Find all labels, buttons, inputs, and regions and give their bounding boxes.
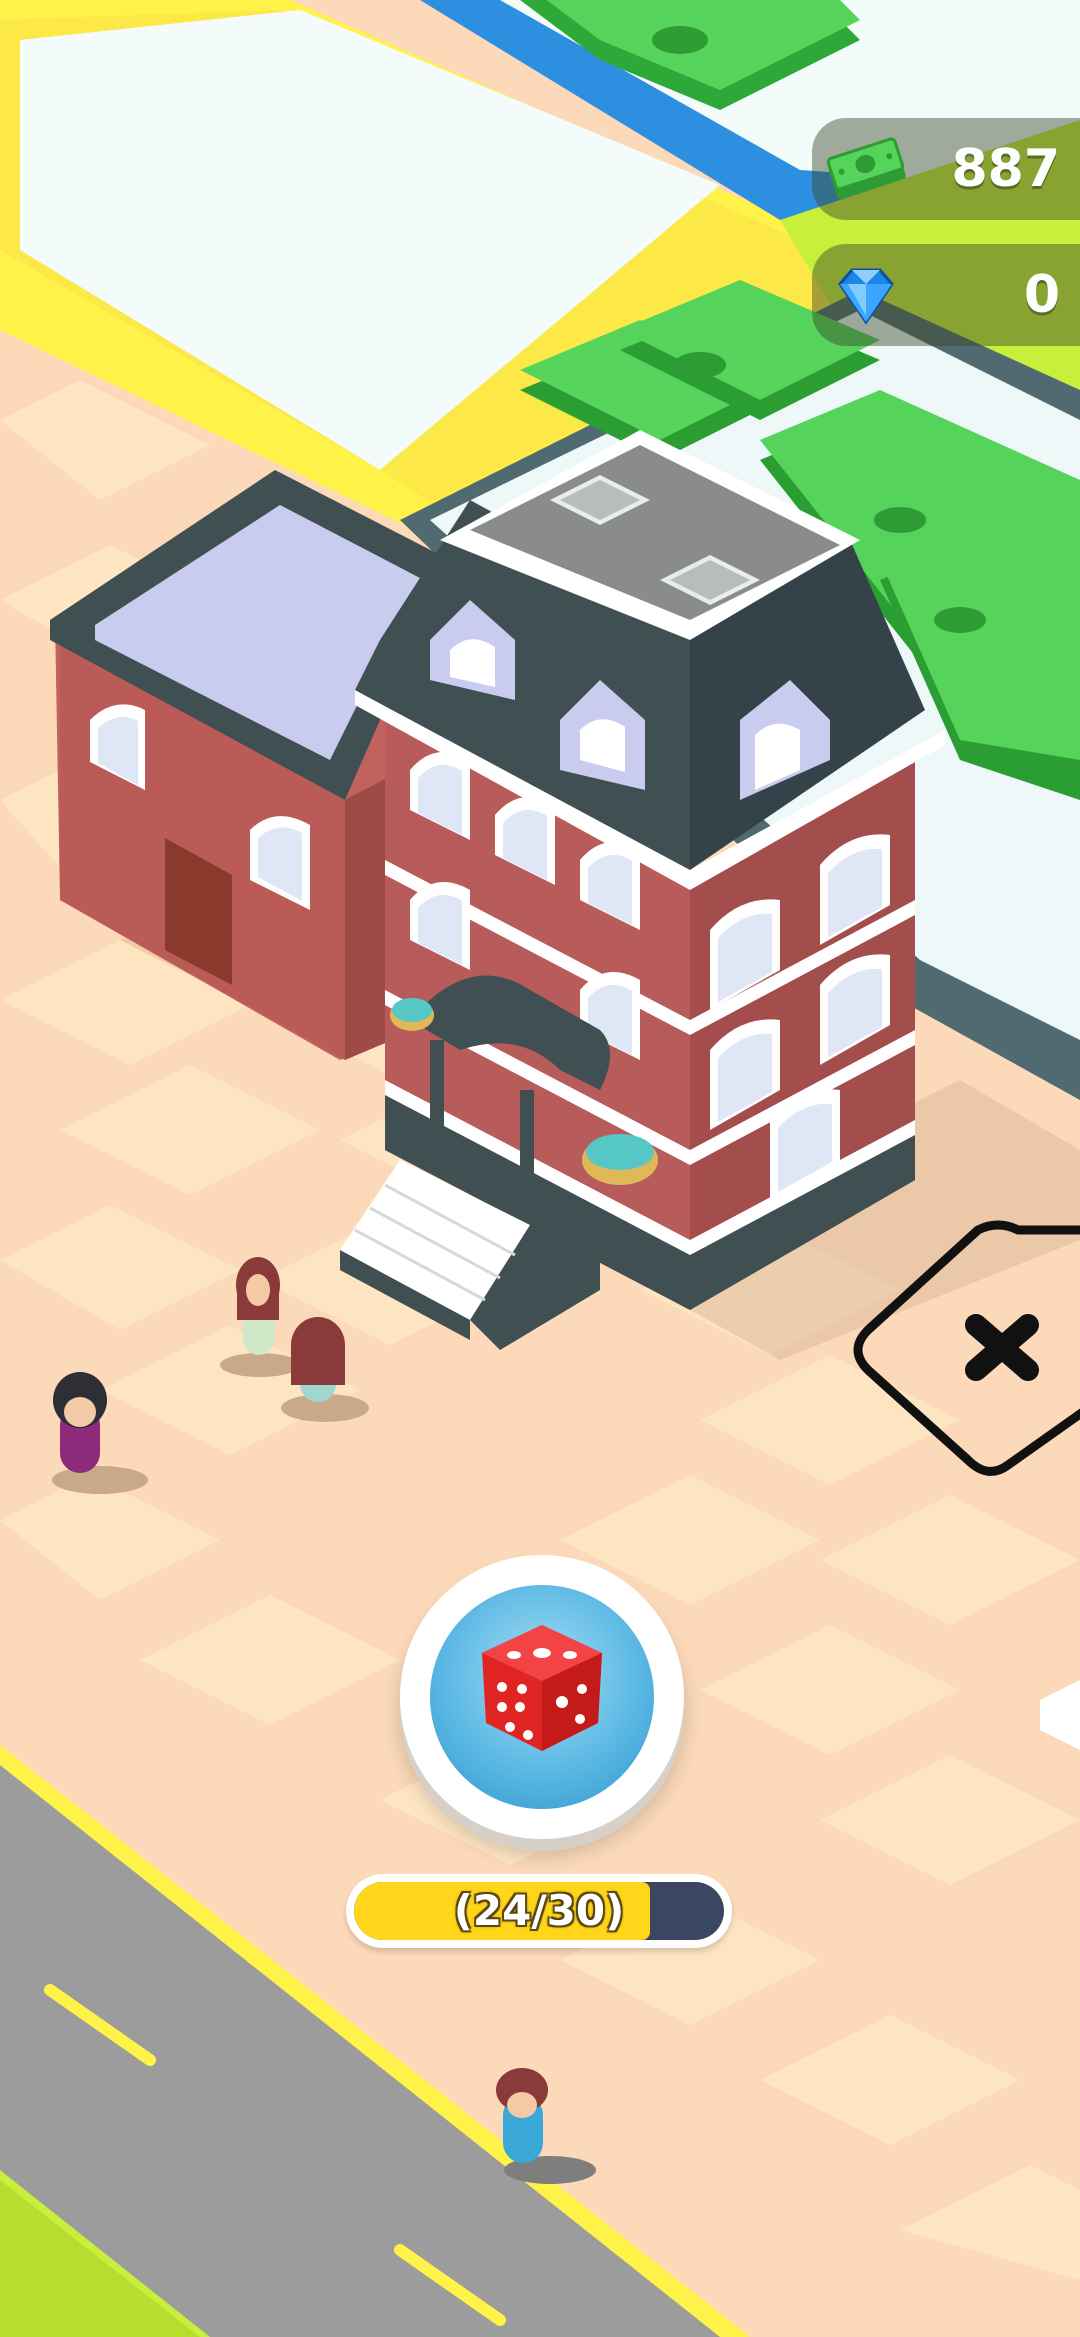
diamond-icon: [838, 268, 894, 325]
cash-icon: [826, 137, 906, 200]
close-icon: [965, 1314, 1039, 1381]
dice-icon: [482, 1625, 602, 1751]
roll-dice-button[interactable]: [400, 1555, 684, 1839]
city-scene[interactable]: [0, 0, 1080, 2337]
cash-amount: 887: [951, 139, 1060, 199]
dice-meter-label: (24/30): [453, 1886, 625, 1935]
gem-counter: 0: [812, 244, 1080, 346]
close-tile-button[interactable]: [828, 1210, 1080, 1490]
dice-energy-meter: (24/30): [346, 1874, 732, 1948]
cash-counter: 887: [812, 118, 1080, 220]
gem-amount: 0: [1023, 265, 1060, 325]
game-viewport[interactable]: 887 0 (24/30): [0, 0, 1080, 2337]
